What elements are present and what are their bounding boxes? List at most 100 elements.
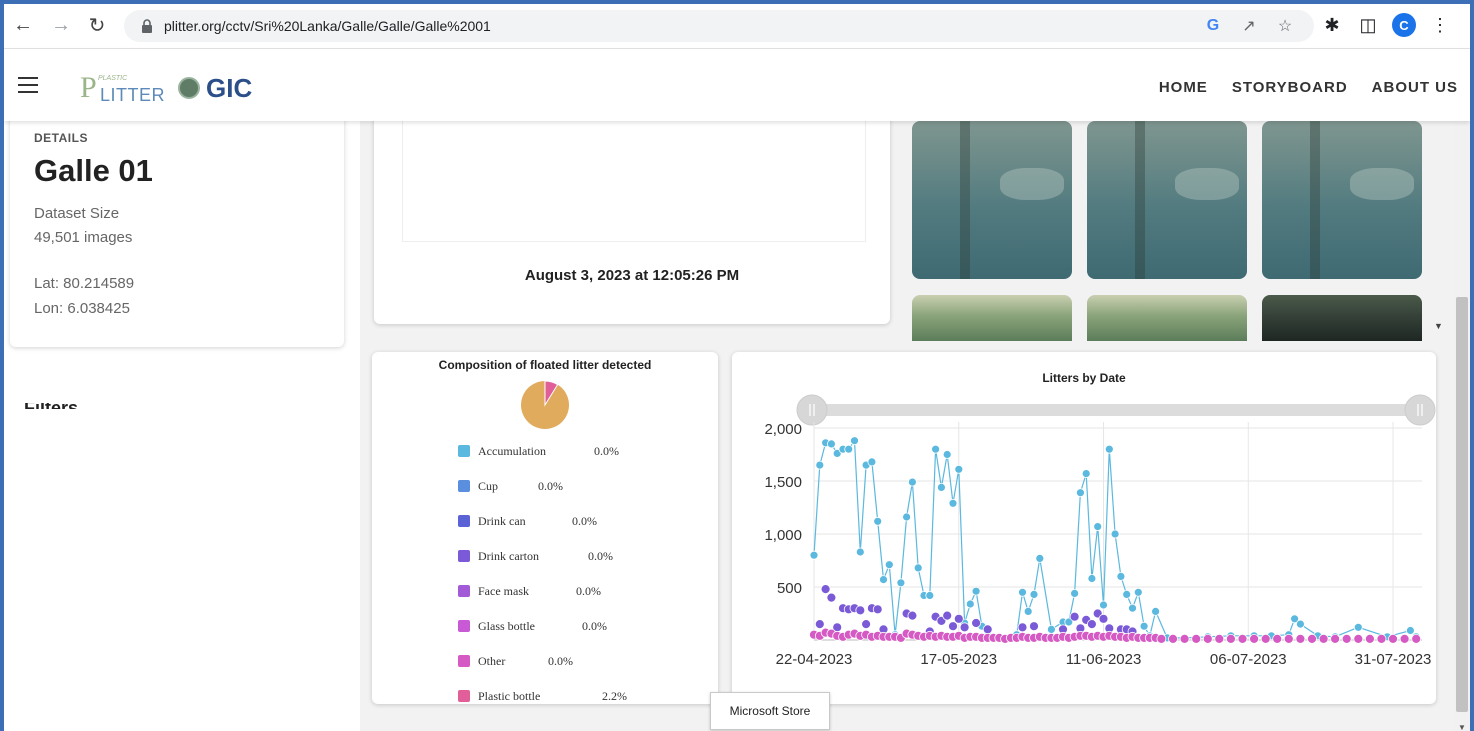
data-point[interactable] — [1087, 574, 1097, 583]
data-point[interactable] — [867, 457, 877, 467]
data-point[interactable] — [1046, 624, 1056, 634]
data-point[interactable] — [1110, 529, 1120, 539]
data-point[interactable] — [1086, 619, 1097, 630]
reload-icon[interactable]: ↻ — [84, 12, 110, 38]
data-point[interactable] — [1075, 488, 1085, 498]
data-point[interactable] — [1388, 633, 1398, 644]
data-point[interactable] — [1406, 626, 1415, 635]
data-point[interactable] — [1296, 619, 1305, 629]
data-point[interactable] — [948, 621, 958, 632]
data-point[interactable] — [1139, 621, 1149, 631]
data-point[interactable] — [1411, 633, 1422, 644]
data-point[interactable] — [1272, 633, 1283, 644]
data-point[interactable] — [1283, 633, 1294, 644]
data-point[interactable] — [1029, 589, 1039, 599]
thumbnail-image[interactable] — [1262, 121, 1422, 279]
data-point[interactable] — [815, 460, 825, 470]
data-point[interactable] — [1070, 588, 1080, 598]
data-point[interactable] — [1179, 633, 1190, 644]
data-point[interactable] — [942, 450, 952, 459]
data-point[interactable] — [925, 591, 935, 600]
data-point[interactable] — [1330, 633, 1340, 644]
data-point[interactable] — [861, 619, 872, 630]
data-point[interactable] — [873, 516, 883, 526]
data-point[interactable] — [1029, 621, 1039, 632]
data-point[interactable] — [971, 586, 981, 596]
data-point[interactable] — [872, 604, 883, 615]
data-point[interactable] — [1093, 522, 1103, 532]
data-point[interactable] — [913, 563, 923, 573]
data-point[interactable] — [850, 436, 859, 446]
data-point[interactable] — [1133, 587, 1143, 597]
legend-item[interactable]: Face mask 0.0% — [458, 583, 601, 599]
data-point[interactable] — [1353, 633, 1364, 644]
legend-item[interactable]: Other 0.0% — [458, 653, 573, 669]
data-point[interactable] — [1318, 633, 1329, 644]
url-text[interactable]: plitter.org/cctv/Sri%20Lanka/Galle/Galle… — [164, 18, 491, 34]
range-slider-track[interactable] — [812, 404, 1420, 416]
litters-by-date-chart[interactable]: Litters by Date 2,000 1,500 1,000 500 22-04-2… — [732, 352, 1436, 704]
data-point[interactable] — [907, 477, 917, 487]
data-point[interactable] — [1307, 633, 1317, 644]
data-point[interactable] — [936, 482, 946, 492]
data-point[interactable] — [931, 444, 941, 454]
thumbnail-image[interactable] — [1087, 295, 1247, 341]
data-point[interactable] — [1151, 606, 1161, 616]
data-point[interactable] — [1399, 633, 1410, 644]
data-point[interactable] — [1376, 633, 1387, 644]
legend-item[interactable]: Glass bottle 0.0% — [458, 618, 607, 634]
data-point[interactable] — [809, 550, 819, 560]
data-point[interactable] — [826, 592, 837, 603]
data-point[interactable] — [884, 560, 894, 570]
thumbnail-image[interactable] — [912, 295, 1072, 341]
lock-icon[interactable] — [140, 18, 154, 34]
kebab-menu-icon[interactable]: ⋮ — [1428, 12, 1452, 38]
legend-item[interactable]: Accumulation 0.0% — [458, 443, 619, 459]
data-point[interactable] — [954, 464, 964, 474]
data-point[interactable] — [959, 622, 970, 633]
data-point[interactable] — [820, 584, 831, 595]
data-point[interactable] — [948, 498, 958, 508]
legend-item[interactable]: Drink can 0.0% — [458, 513, 597, 529]
data-point[interactable] — [814, 619, 825, 630]
profile-avatar-icon[interactable]: C — [1392, 13, 1416, 37]
data-point[interactable] — [1202, 633, 1213, 644]
side-panel-icon[interactable]: ◫ — [1356, 12, 1380, 38]
scrollbar-thumb[interactable] — [1456, 297, 1468, 712]
data-point[interactable] — [1122, 589, 1132, 599]
data-point[interactable] — [1214, 633, 1225, 644]
data-point[interactable] — [1098, 613, 1109, 624]
data-point[interactable] — [1260, 633, 1271, 644]
scroll-down-icon[interactable]: ▼ — [1434, 321, 1443, 331]
extensions-puzzle-icon[interactable]: ✱ — [1320, 12, 1344, 38]
image-viewer-frame[interactable] — [402, 121, 866, 242]
share-icon[interactable]: ↗ — [1238, 16, 1260, 36]
page-scrollbar[interactable]: ▼ — [1454, 121, 1470, 731]
data-point[interactable] — [1168, 633, 1178, 644]
address-bar[interactable]: plitter.org/cctv/Sri%20Lanka/Galle/Galle… — [124, 10, 1314, 42]
thumbnail-image[interactable] — [1262, 295, 1422, 341]
data-point[interactable] — [1237, 633, 1248, 644]
data-point[interactable] — [1249, 633, 1259, 644]
legend-item[interactable]: Plastic bottle 2.2% — [458, 688, 627, 704]
nav-about-us[interactable]: ABOUT US — [1372, 79, 1458, 96]
nav-storyboard[interactable]: STORYBOARD — [1232, 79, 1348, 96]
data-point[interactable] — [1081, 469, 1091, 478]
legend-item[interactable]: Drink carton 0.0% — [458, 548, 613, 564]
forward-arrow-icon[interactable]: → — [48, 12, 74, 38]
range-slider-end-handle[interactable] — [1404, 394, 1436, 426]
gic-logo[interactable]: GIC — [178, 71, 252, 105]
data-point[interactable] — [1017, 622, 1028, 633]
data-point[interactable] — [1104, 444, 1114, 454]
data-point[interactable] — [1018, 587, 1027, 597]
plastic-litter-logo[interactable]: P PLASTIC LITTER — [80, 71, 165, 105]
data-point[interactable] — [1099, 600, 1108, 610]
data-point[interactable] — [879, 575, 888, 585]
data-point[interactable] — [896, 578, 906, 588]
data-point[interactable] — [844, 444, 854, 454]
google-lens-icon[interactable]: G — [1202, 16, 1224, 36]
data-point[interactable] — [1295, 633, 1306, 644]
back-arrow-icon[interactable]: ← — [10, 12, 36, 38]
data-point[interactable] — [1069, 611, 1080, 622]
data-point[interactable] — [1023, 606, 1033, 616]
